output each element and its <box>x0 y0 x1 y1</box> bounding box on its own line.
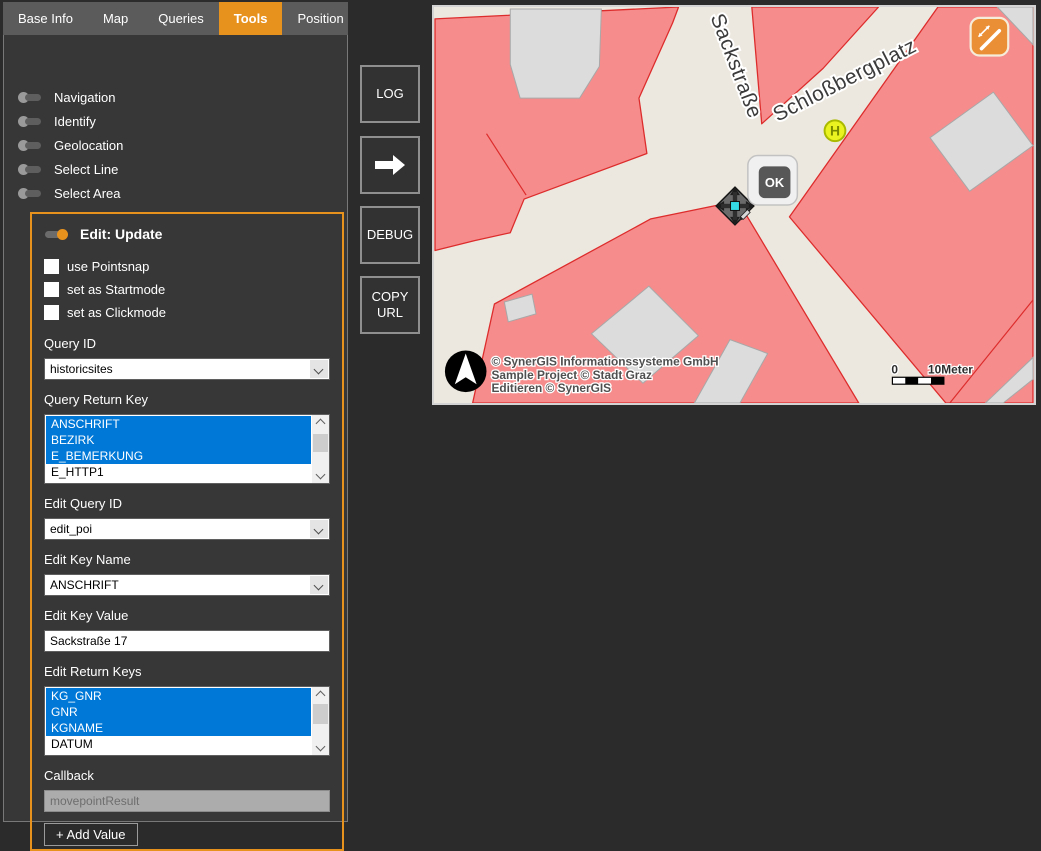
list-item[interactable]: DATUM <box>46 736 311 752</box>
edit-query-id-value: edit_poi <box>45 519 329 539</box>
svg-text:H: H <box>830 123 840 139</box>
edit-return-keys-list[interactable]: KG_GNR GNR KGNAME DATUM <box>44 686 330 756</box>
scroll-down-icon[interactable] <box>316 742 326 752</box>
callback-input <box>44 790 330 812</box>
toggle-select-area[interactable]: Select Area <box>18 183 121 203</box>
map-canvas: Sackstraße Schloßbergplatz H <box>434 7 1034 403</box>
tab-bar: Base Info Map Queries Tools Position <box>3 2 348 35</box>
list-item[interactable]: E_BEMERKUNG <box>46 448 311 464</box>
query-return-key-list[interactable]: ANSCHRIFT BEZIRK E_BEMERKUNG E_HTTP1 <box>44 414 330 484</box>
toggle-on-icon <box>44 229 68 240</box>
scroll-thumb[interactable] <box>313 704 328 724</box>
edit-update-title: Edit: Update <box>80 226 162 242</box>
log-button[interactable]: LOG <box>360 65 420 123</box>
scrollbar[interactable] <box>312 687 329 755</box>
scroll-up-icon[interactable] <box>316 419 326 429</box>
toggle-off-icon <box>18 164 42 175</box>
edit-update-group: Edit: Update use Pointsnap set as Startm… <box>30 212 344 851</box>
edit-return-keys-label: Edit Return Keys <box>44 664 330 681</box>
toggle-select-line-label: Select Line <box>54 162 118 177</box>
list-item[interactable]: ANSCHRIFT <box>46 416 311 432</box>
toggle-geolocation-label: Geolocation <box>54 138 123 153</box>
arrow-right-icon <box>374 154 406 176</box>
checkbox-set-as-startmode[interactable]: set as Startmode <box>44 278 330 301</box>
checkbox-icon <box>44 282 59 297</box>
list-item[interactable]: GNR <box>46 704 311 720</box>
toggle-navigation-label: Navigation <box>54 90 115 105</box>
tab-position[interactable]: Position <box>282 2 358 35</box>
checkbox-set-as-clickmode[interactable]: set as Clickmode <box>44 301 330 324</box>
tab-queries[interactable]: Queries <box>143 2 219 35</box>
query-id-value: historicsites <box>45 359 329 379</box>
checkbox-label: use Pointsnap <box>67 259 149 274</box>
toggle-select-line[interactable]: Select Line <box>18 159 118 179</box>
toggle-select-area-label: Select Area <box>54 186 121 201</box>
debug-button[interactable]: DEBUG <box>360 206 420 264</box>
checkbox-icon <box>44 305 59 320</box>
scroll-thumb[interactable] <box>313 434 328 452</box>
map-viewport[interactable]: Sackstraße Schloßbergplatz H <box>432 5 1036 405</box>
toggle-off-icon <box>18 116 42 127</box>
checkbox-label: set as Clickmode <box>67 305 166 320</box>
scrollbar[interactable] <box>312 415 329 483</box>
toggle-identify[interactable]: Identify <box>18 111 96 131</box>
toggle-geolocation[interactable]: Geolocation <box>18 135 123 155</box>
edit-key-name-value: ANSCHRIFT <box>45 575 329 595</box>
chevron-down-icon[interactable] <box>310 520 328 538</box>
tab-map[interactable]: Map <box>88 2 143 35</box>
checkbox-use-pointsnap[interactable]: use Pointsnap <box>44 255 330 278</box>
edit-key-name-label: Edit Key Name <box>44 552 330 569</box>
checkbox-label: set as Startmode <box>67 282 165 297</box>
tools-panel: Navigation Identify Geolocation Select L… <box>3 35 348 822</box>
tab-tools[interactable]: Tools <box>219 2 283 35</box>
query-return-key-label: Query Return Key <box>44 392 330 409</box>
toggle-identify-label: Identify <box>54 114 96 129</box>
chevron-down-icon[interactable] <box>310 576 328 594</box>
svg-text:10Meter: 10Meter <box>928 362 973 376</box>
checkbox-icon <box>44 259 59 274</box>
compass-icon <box>445 351 487 393</box>
edit-key-name-select[interactable]: ANSCHRIFT <box>44 574 330 596</box>
edit-tool-button[interactable] <box>971 18 1009 56</box>
callback-label: Callback <box>44 768 330 785</box>
toggle-off-icon <box>18 188 42 199</box>
edit-key-value-label: Edit Key Value <box>44 608 330 625</box>
edit-query-id-label: Edit Query ID <box>44 496 330 513</box>
toggle-off-icon <box>18 92 42 103</box>
svg-text:OK: OK <box>765 175 785 190</box>
list-item[interactable]: BEZIRK <box>46 432 311 448</box>
copy-url-button[interactable]: COPY URL <box>360 276 420 334</box>
scroll-down-icon[interactable] <box>316 470 326 480</box>
list-item[interactable]: KGNAME <box>46 720 311 736</box>
ok-button[interactable]: OK <box>748 156 798 206</box>
app-window: Base Info Map Queries Tools Position Nav… <box>0 0 1041 822</box>
list-item[interactable]: E_HTTP1 <box>46 464 311 480</box>
chevron-down-icon[interactable] <box>310 360 328 378</box>
scroll-up-icon[interactable] <box>316 691 326 701</box>
edit-update-toggle[interactable]: Edit: Update <box>44 226 330 242</box>
h-stop-marker: H <box>825 120 846 141</box>
edit-key-value-input[interactable] <box>44 630 330 652</box>
query-id-label: Query ID <box>44 336 330 353</box>
svg-text:Editieren © SynerGIS: Editieren © SynerGIS <box>491 381 611 395</box>
query-id-select[interactable]: historicsites <box>44 358 330 380</box>
toggle-navigation[interactable]: Navigation <box>18 87 115 107</box>
svg-text:0: 0 <box>891 362 898 376</box>
edit-query-id-select[interactable]: edit_poi <box>44 518 330 540</box>
add-value-button[interactable]: + Add Value <box>44 823 138 846</box>
svg-text:© SynerGIS Informationssysteme: © SynerGIS Informationssysteme GmbH <box>491 354 718 368</box>
tab-base-info[interactable]: Base Info <box>3 2 88 35</box>
list-item[interactable]: KG_GNR <box>46 688 311 704</box>
run-button[interactable] <box>360 136 420 194</box>
toggle-off-icon <box>18 140 42 151</box>
